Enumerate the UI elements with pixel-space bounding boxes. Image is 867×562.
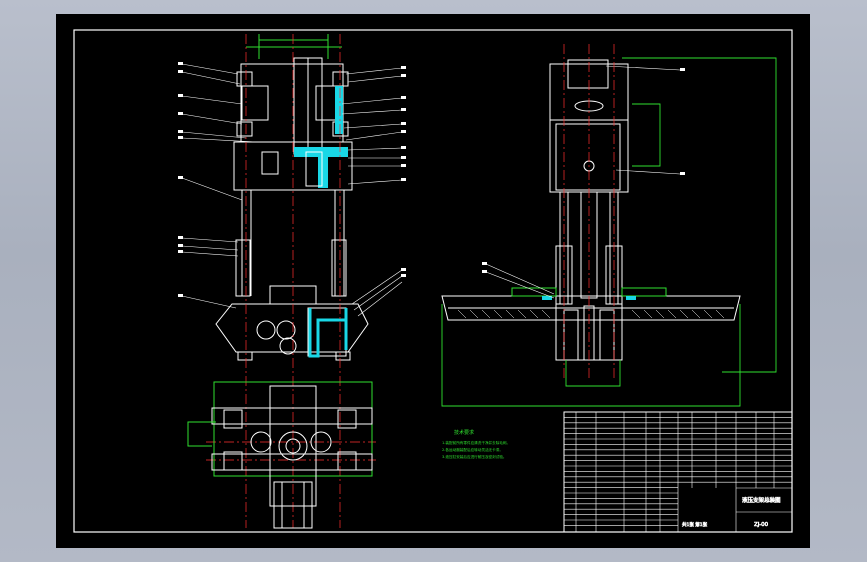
drawing-viewport[interactable]: 技术要求 1.装配前所有零件应清洗干净并去除毛刺。 2.各运动副装配后应转动灵活… xyxy=(56,14,810,548)
drawing-border xyxy=(73,29,793,533)
drawing-number: ZJ-00 xyxy=(754,522,769,528)
plan-view xyxy=(187,381,373,529)
notes-line-1: 1.装配前所有零件应清洗干净并去除毛刺。 xyxy=(442,440,510,445)
notes-line-3: 3.液压缸安装后应进行耐压及密封试验。 xyxy=(442,454,507,459)
top-dimension xyxy=(246,34,342,59)
side-dimensions xyxy=(441,57,777,407)
drawing-name: 液压支架总装图 xyxy=(742,496,781,504)
side-view xyxy=(441,59,741,361)
notes-line-2: 2.各运动副装配后应转动灵活无卡滞。 xyxy=(442,447,503,452)
technical-notes: 技术要求 1.装配前所有零件应清洗干净并去除毛刺。 2.各运动副装配后应转动灵活… xyxy=(442,429,510,459)
notes-title: 技术要求 xyxy=(454,429,474,436)
sheet-label: 共1张 第1张 xyxy=(682,521,708,528)
title-block: 液压支架总装图 ZJ-00 共1张 第1张 xyxy=(563,411,793,533)
front-section-view xyxy=(178,34,406,361)
side-centerlines xyxy=(563,44,615,378)
cad-drawing-canvas: 技术要求 1.装配前所有零件应清洗干净并去除毛刺。 2.各运动副装配后应转动灵活… xyxy=(73,29,793,533)
